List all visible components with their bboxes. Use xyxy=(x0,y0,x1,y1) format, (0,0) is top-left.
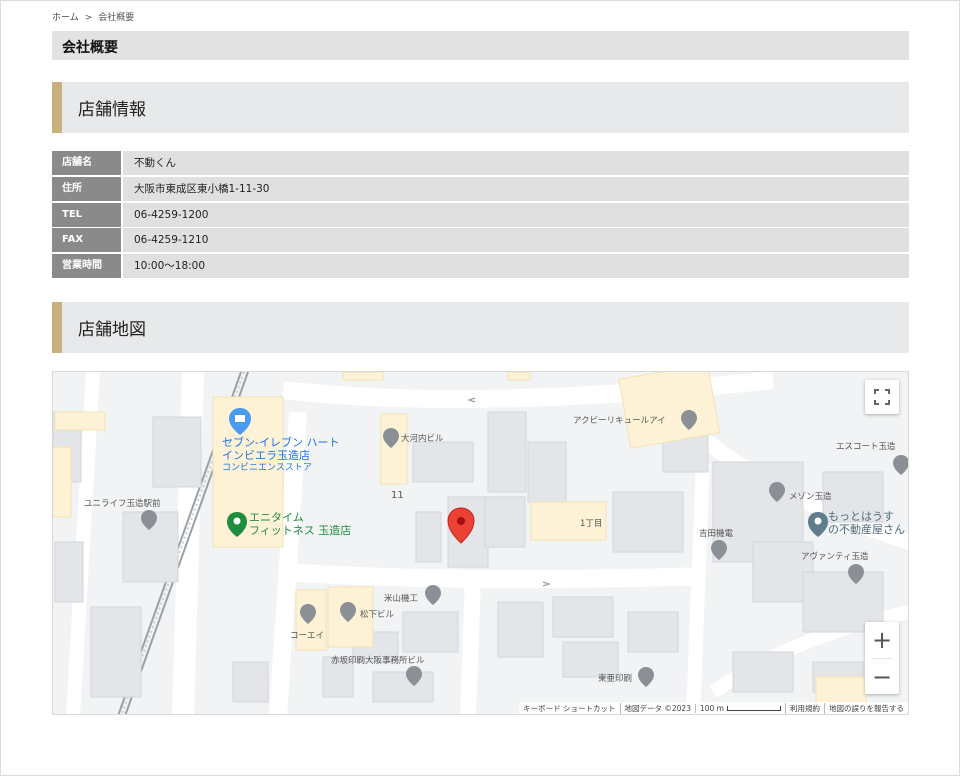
map-label-text: インビエラ玉造店 xyxy=(222,449,310,462)
fullscreen-icon xyxy=(874,389,890,405)
map-scale-label: 100 m xyxy=(699,703,724,713)
store-info-heading: 店舗情報 xyxy=(52,82,909,133)
map-label-toa: 東亜印刷 xyxy=(598,674,633,684)
map-label-akasaka: 赤坂印刷大阪事務所ビル xyxy=(331,656,425,666)
info-label: 店舗名 xyxy=(52,151,121,175)
map-label-text: エニタイム xyxy=(249,511,304,524)
map-label-maison: メゾン玉造 xyxy=(789,492,832,502)
map-label-matsushita: 松下ビル xyxy=(360,610,395,620)
map-attribution: キーボード ショートカット 地図データ ©2023 100 m 利用規約 地図の… xyxy=(519,702,908,714)
fullscreen-button[interactable] xyxy=(865,380,899,414)
map-scale-bar xyxy=(727,706,781,711)
map-label-motto-house[interactable]: もっとはうす の不動産屋さん xyxy=(828,510,905,536)
store-map[interactable]: セブン-イレブン ハート インビエラ玉造店 コンビニエンスストア エニタイム フ… xyxy=(52,371,909,715)
map-scale[interactable]: 100 m xyxy=(694,703,785,713)
info-row-name: 店舗名 不動くん xyxy=(52,151,909,175)
terms-link[interactable]: 利用規約 xyxy=(785,702,824,714)
zoom-in-button[interactable]: + xyxy=(865,622,899,658)
map-label-text: フィットネス 玉造店 xyxy=(249,524,352,537)
map-label-yoshida: 吉田機電 xyxy=(699,529,734,539)
info-label: TEL xyxy=(52,202,121,227)
map-label-category: コンビニエンスストア xyxy=(222,463,312,473)
info-label: FAX xyxy=(52,228,121,253)
report-error-link[interactable]: 地図の誤りを報告する xyxy=(824,702,908,714)
map-label-text: セブン-イレブン ハート xyxy=(222,436,340,449)
page-title-bar: 会社概要 xyxy=(52,31,909,60)
map-label-text: もっとはうす xyxy=(828,510,894,523)
map-label-unilife: ユニライフ玉造駅前 xyxy=(84,499,161,509)
info-label: 営業時間 xyxy=(52,254,121,279)
map-label-koei: コーエイ xyxy=(290,631,325,641)
store-map-heading: 店舗地図 xyxy=(52,302,909,353)
map-label-seven-eleven[interactable]: セブン-イレブン ハート インビエラ玉造店 コンビニエンスストア xyxy=(222,436,339,475)
zoom-out-button[interactable]: − xyxy=(865,659,899,695)
store-map-heading-text: 店舗地図 xyxy=(78,320,146,340)
breadcrumb: ホーム > 会社概要 xyxy=(52,10,134,23)
info-row-hours: 営業時間 10:00〜18:00 xyxy=(52,254,909,279)
map-label-escort: エスコート玉造 xyxy=(836,442,896,452)
map-label-avante: アヴァンティ玉造 xyxy=(801,552,869,562)
info-value: 不動くん xyxy=(123,151,909,175)
map-label-taiga-building: 大河内ビル xyxy=(401,434,444,444)
info-label: 住所 xyxy=(52,176,121,201)
map-label-text: の不動産屋さん xyxy=(828,523,905,536)
map-label-yoneyama: 米山機工 xyxy=(384,594,419,604)
store-info-heading-text: 店舗情報 xyxy=(78,100,146,120)
info-row-address: 住所 大阪市東成区東小橋1-11-30 xyxy=(52,176,909,201)
map-label-acubie: アクビーリキュールアイ xyxy=(573,416,666,426)
breadcrumb-home-link[interactable]: ホーム xyxy=(52,13,79,23)
info-value: 大阪市東成区東小橋1-11-30 xyxy=(123,176,909,201)
map-label-1-chome: 1丁目 xyxy=(580,519,603,529)
map-label-anytime-fitness[interactable]: エニタイム フィットネス 玉造店 xyxy=(249,511,351,537)
info-value: 10:00〜18:00 xyxy=(123,254,909,279)
page-title: 会社概要 xyxy=(62,40,118,56)
info-value: 06-4259-1200 xyxy=(123,202,909,227)
info-row-fax: FAX 06-4259-1210 xyxy=(52,228,909,253)
breadcrumb-current: 会社概要 xyxy=(98,13,135,23)
info-value: 06-4259-1210 xyxy=(123,228,909,253)
zoom-control: + − xyxy=(865,622,899,694)
map-label-block-11: 11 xyxy=(391,490,404,501)
map-data-credit: 地図データ ©2023 xyxy=(619,702,695,714)
map-canvas[interactable] xyxy=(53,372,909,715)
breadcrumb-separator: > xyxy=(84,13,93,23)
keyboard-shortcuts-link[interactable]: キーボード ショートカット xyxy=(519,703,619,714)
info-row-tel: TEL 06-4259-1200 xyxy=(52,202,909,227)
store-info-table: 店舗名 不動くん 住所 大阪市東成区東小橋1-11-30 TEL 06-4259… xyxy=(52,151,909,280)
